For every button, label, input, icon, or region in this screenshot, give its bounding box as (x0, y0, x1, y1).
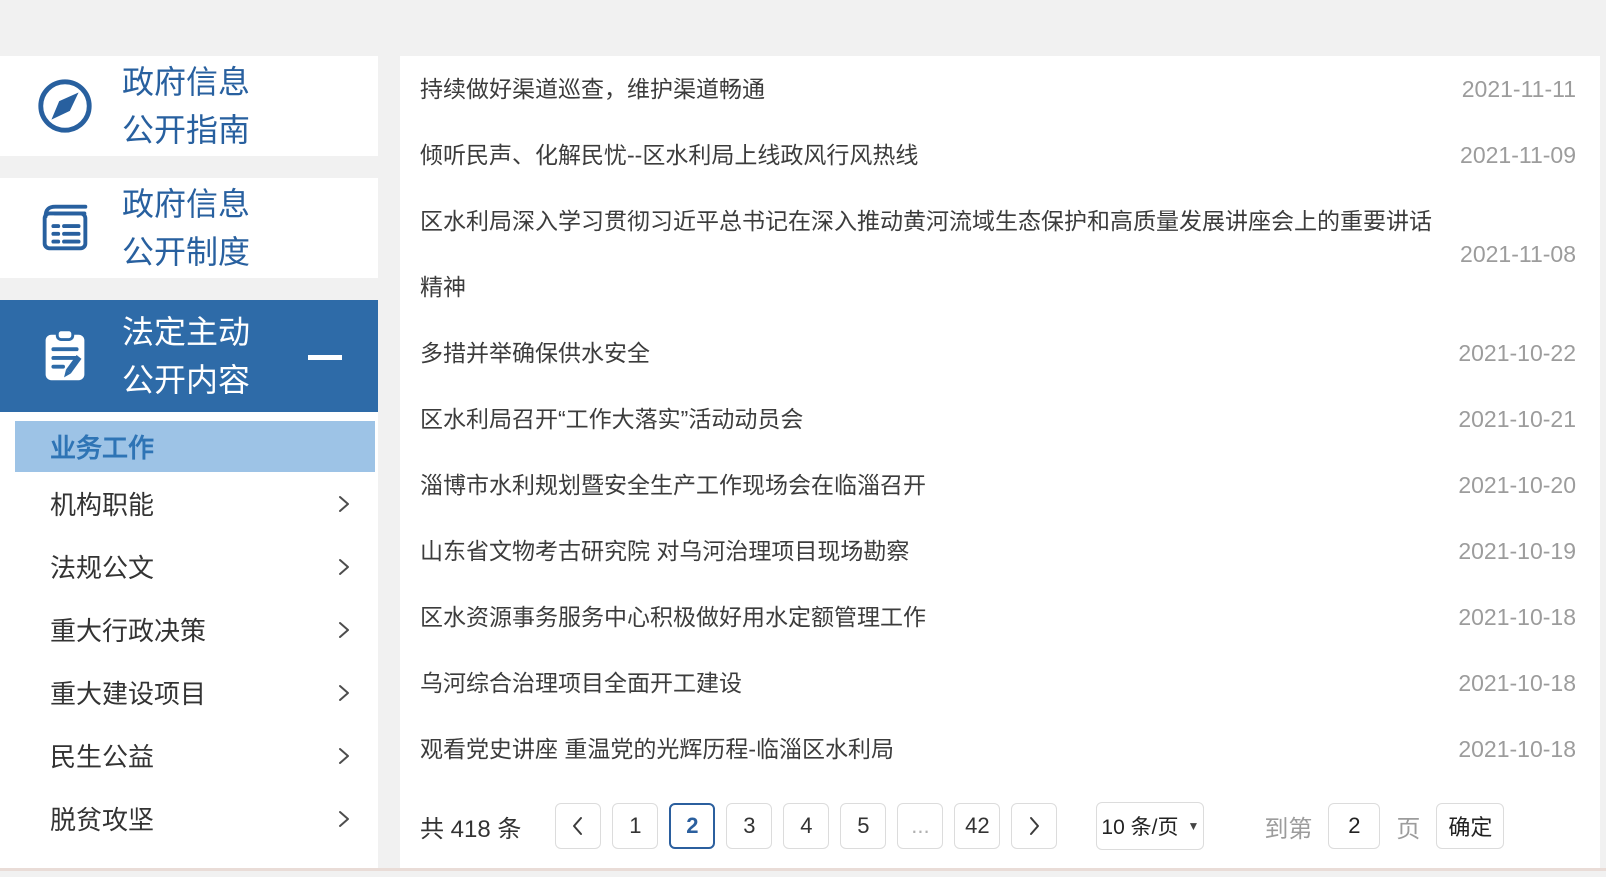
news-list: 持续做好渠道巡查，维护渠道畅通 2021-11-11 倾听民声、化解民忧--区水… (400, 56, 1600, 782)
bottom-divider (0, 868, 1606, 871)
sidebar-item-gov-info-guide[interactable]: 政府信息 公开指南 (0, 56, 378, 156)
news-row: 山东省文物考古研究院 对乌河治理项目现场勘察 2021-10-19 (420, 518, 1576, 584)
sidebar-submenu-item[interactable]: 民生公益 (0, 724, 378, 787)
sidebar-submenu-list: 机构职能 法规公文 重大行政决策 重大建设项目 民生公益 脱贫攻坚 (0, 472, 378, 850)
news-title-link[interactable]: 持续做好渠道巡查，维护渠道畅通 (420, 56, 1442, 122)
news-date: 2021-10-18 (1458, 736, 1576, 762)
sidebar-section-label-line1: 法定主动 (122, 314, 251, 350)
news-date: 2021-11-11 (1461, 76, 1576, 102)
chevron-left-icon (573, 817, 583, 835)
chevron-right-icon (339, 558, 349, 575)
clipboard-pen-icon (34, 325, 96, 387)
page-button[interactable]: 5 (840, 803, 887, 849)
sidebar-submenu-item[interactable]: 重大行政决策 (0, 598, 378, 661)
news-title-link[interactable]: 乌河综合治理项目全面开工建设 (420, 650, 1438, 716)
chevron-right-icon (339, 810, 349, 827)
news-title-link[interactable]: 区水利局深入学习贯彻习近平总书记在深入推动黄河流域生态保护和高质量发展讲座会上的… (420, 188, 1440, 320)
news-date: 2021-11-08 (1460, 241, 1576, 267)
page-button[interactable]: 3 (726, 803, 773, 849)
news-row: 多措并举确保供水安全 2021-10-22 (420, 320, 1576, 386)
sidebar-item-label-line2: 公开制度 (122, 234, 251, 270)
sidebar-submenu-item[interactable]: 机构职能 (0, 472, 378, 535)
news-title-link[interactable]: 淄博市水利规划暨安全生产工作现场会在临淄召开 (420, 452, 1438, 518)
news-row: 区水资源事务服务中心积极做好用水定额管理工作 2021-10-18 (420, 584, 1576, 650)
news-row: 区水利局深入学习贯彻习近平总书记在深入推动黄河流域生态保护和高质量发展讲座会上的… (420, 188, 1576, 320)
chevron-right-icon (1030, 817, 1040, 835)
news-date: 2021-10-19 (1458, 538, 1576, 564)
page-size-select[interactable]: 10 条/页 ▼ (1096, 802, 1205, 850)
chevron-right-icon (339, 495, 349, 512)
page-button-active[interactable]: 2 (669, 803, 716, 849)
page-button[interactable]: 1 (612, 803, 659, 849)
sidebar-item-business-work[interactable]: 业务工作 (15, 421, 375, 472)
news-panel: 持续做好渠道巡查，维护渠道畅通 2021-11-11 倾听民声、化解民忧--区水… (400, 56, 1600, 868)
pagination: 共 418 条 1 2 3 4 5 ... 42 10 条/页 ▼ 到第 2 页… (400, 784, 1600, 868)
chevron-right-icon (339, 684, 349, 701)
sidebar-submenu-item-label: 法规公文 (50, 553, 155, 583)
sidebar-submenu-item-label: 重大建设项目 (50, 679, 207, 709)
goto-page-input[interactable] (1328, 803, 1381, 849)
news-row: 淄博市水利规划暨安全生产工作现场会在临淄召开 2021-10-20 (420, 452, 1576, 518)
next-page-button[interactable] (1011, 803, 1058, 849)
sidebar-submenu: 业务工作 机构职能 法规公文 重大行政决策 重大建设项目 民生公益 脱贫攻坚 (0, 412, 378, 868)
total-count: 共 418 条 (420, 815, 522, 843)
news-title-link[interactable]: 观看党史讲座 重温党的光辉历程-临淄区水利局 (420, 716, 1438, 782)
sidebar-submenu-item-label: 民生公益 (50, 742, 155, 772)
sidebar-submenu-item-label: 重大行政决策 (50, 616, 207, 646)
goto-page-prefix-label: 到第 (1264, 815, 1313, 843)
news-row: 区水利局召开“工作大落实”活动动员会 2021-10-21 (420, 386, 1576, 452)
sidebar-item-label-line1: 政府信息 (122, 186, 251, 222)
confirm-button[interactable]: 确定 (1436, 803, 1505, 849)
sidebar-item-label-line2: 公开指南 (122, 112, 251, 148)
news-date: 2021-10-18 (1458, 670, 1576, 696)
notebook-icon (34, 197, 96, 259)
sidebar-submenu-item-label: 机构职能 (50, 490, 155, 520)
news-row: 倾听民声、化解民忧--区水利局上线政风行风热线 2021-11-09 (420, 122, 1576, 188)
chevron-right-icon (339, 747, 349, 764)
page-ellipsis-button[interactable]: ... (897, 803, 944, 849)
sidebar-submenu-item[interactable]: 重大建设项目 (0, 661, 378, 724)
prev-page-button[interactable] (555, 803, 602, 849)
news-date: 2021-11-09 (1460, 142, 1576, 168)
sidebar-submenu-item[interactable]: 法规公文 (0, 535, 378, 598)
news-date: 2021-10-21 (1458, 406, 1576, 432)
page-size-value: 10 条/页 (1101, 816, 1179, 839)
news-title-link[interactable]: 倾听民声、化解民忧--区水利局上线政风行风热线 (420, 122, 1440, 188)
sidebar-submenu-item-label: 脱贫攻坚 (50, 805, 155, 835)
page: 政府信息 公开指南 政府信息 公开制度 法定主动 公开内容 业务工作 机构职能 … (0, 0, 1606, 877)
news-date: 2021-10-22 (1458, 340, 1576, 366)
goto-page-suffix-label: 页 (1396, 815, 1421, 843)
page-button[interactable]: 42 (954, 803, 1001, 849)
news-row: 观看党史讲座 重温党的光辉历程-临淄区水利局 2021-10-18 (420, 716, 1576, 782)
sidebar-item-gov-info-system[interactable]: 政府信息 公开制度 (0, 178, 378, 278)
news-date: 2021-10-18 (1458, 604, 1576, 630)
news-date: 2021-10-20 (1458, 472, 1576, 498)
news-row: 乌河综合治理项目全面开工建设 2021-10-18 (420, 650, 1576, 716)
sidebar-item-label-line1: 政府信息 (122, 64, 251, 100)
page-button-group: 1 2 3 4 5 ... 42 (612, 803, 1011, 849)
news-row: 持续做好渠道巡查，维护渠道畅通 2021-11-11 (420, 56, 1576, 122)
minus-icon[interactable] (308, 355, 342, 360)
news-title-link[interactable]: 区水资源事务服务中心积极做好用水定额管理工作 (420, 584, 1438, 650)
sidebar-section-legal-active-disclosure[interactable]: 法定主动 公开内容 (0, 300, 378, 412)
sidebar-submenu-item[interactable]: 脱贫攻坚 (0, 787, 378, 850)
news-title-link[interactable]: 山东省文物考古研究院 对乌河治理项目现场勘察 (420, 518, 1438, 584)
sidebar-item-label: 业务工作 (50, 433, 155, 463)
chevron-right-icon (339, 621, 349, 638)
news-title-link[interactable]: 区水利局召开“工作大落实”活动动员会 (420, 386, 1438, 452)
compass-icon (34, 75, 96, 137)
page-button[interactable]: 4 (783, 803, 830, 849)
news-title-link[interactable]: 多措并举确保供水安全 (420, 320, 1438, 386)
caret-down-icon: ▼ (1187, 819, 1200, 833)
sidebar-section-label-line2: 公开内容 (122, 362, 251, 398)
